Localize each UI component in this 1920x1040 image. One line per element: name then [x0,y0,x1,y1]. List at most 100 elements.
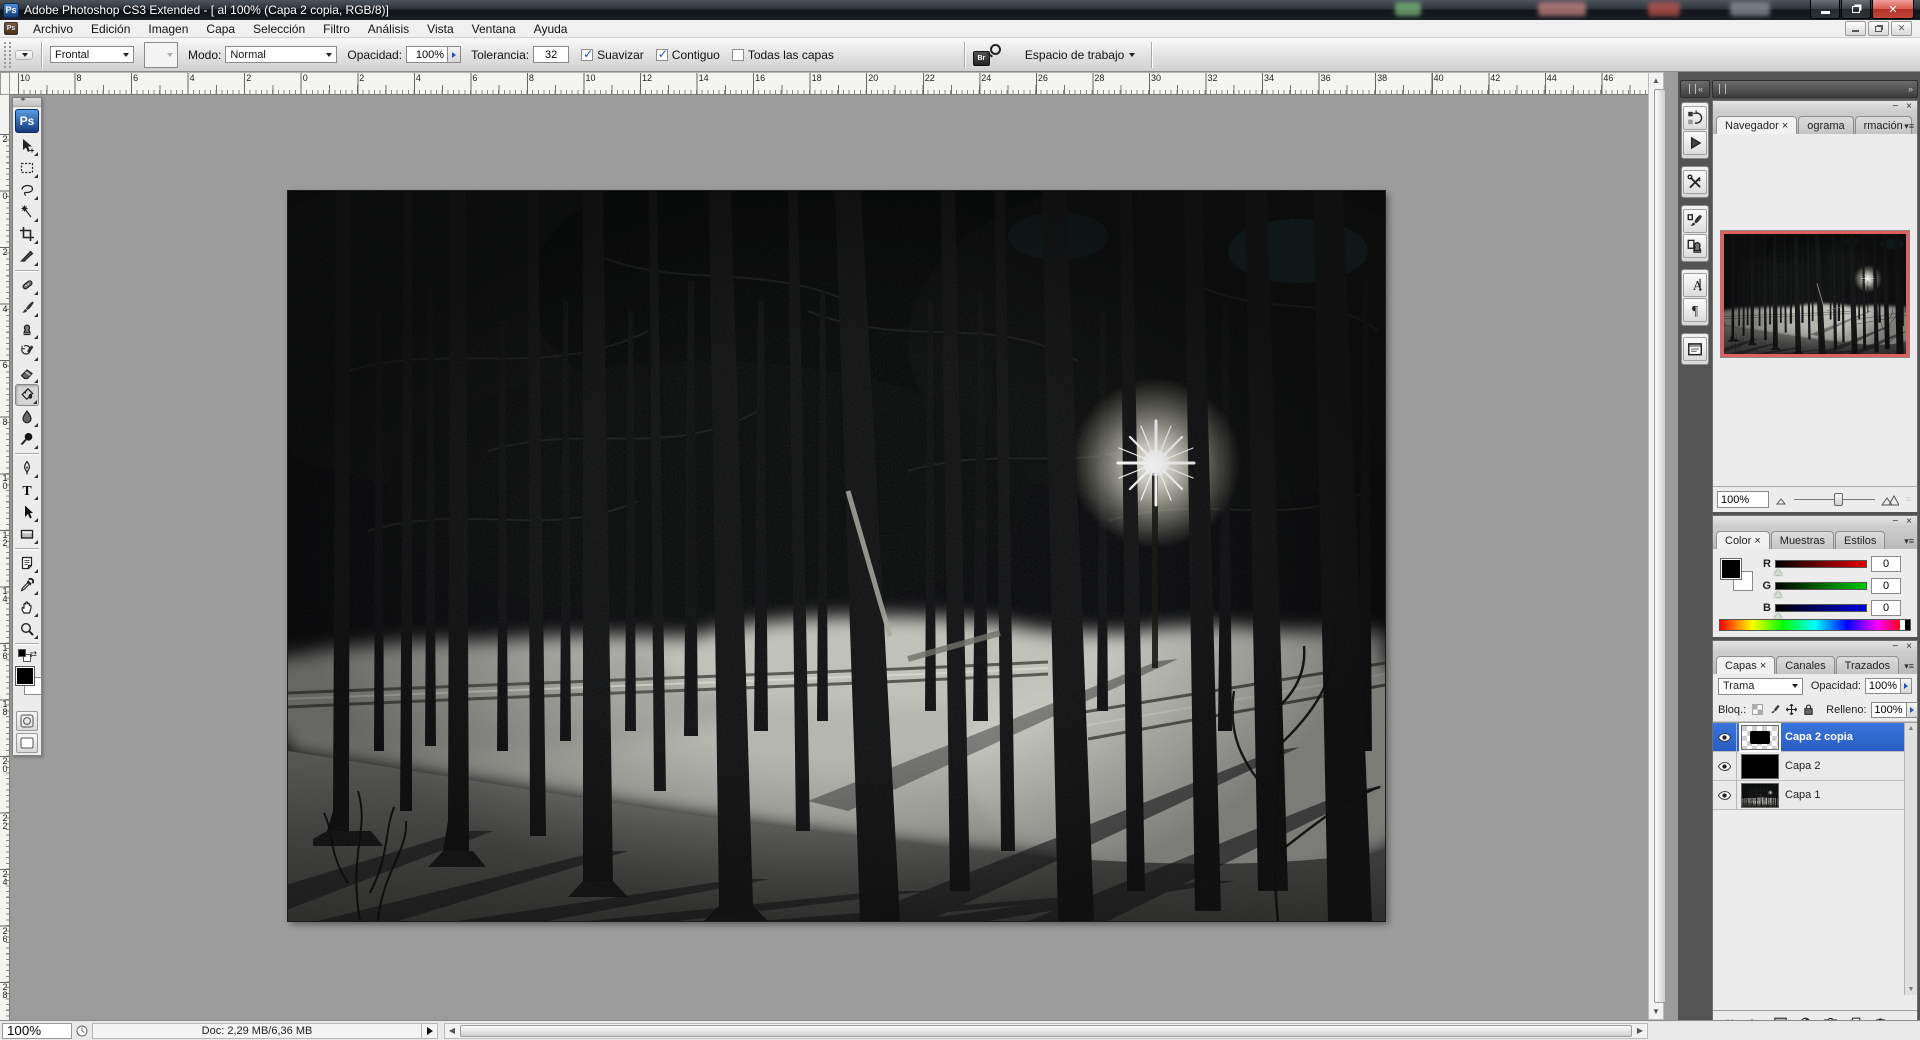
channel-value-input[interactable] [1871,578,1901,594]
layer-row[interactable]: Capa 1 [1713,781,1917,810]
document-icon[interactable]: Ps [4,22,18,35]
horizontal-scrollbar[interactable]: ◀ ▶ [444,1023,1648,1039]
mode-dropdown[interactable]: Normal [225,46,337,63]
window-minimize-button[interactable] [1810,0,1840,19]
history-brush-tool[interactable] [15,340,39,362]
clone-source-panel-icon[interactable] [1683,234,1707,258]
foreground-color-swatch[interactable] [1721,559,1741,579]
layers-scrollbar[interactable]: ▲▼ [1904,723,1917,995]
lasso-tool[interactable] [15,179,39,201]
channel-value-input[interactable] [1871,556,1901,572]
opacity-slider-button[interactable] [448,46,461,63]
layer-thumbnail[interactable] [1741,725,1779,750]
character-panel-icon[interactable]: A [1683,273,1707,297]
lock-position-icon[interactable] [1784,702,1799,717]
layer-visibility-toggle[interactable] [1713,723,1737,751]
toolbox-grip[interactable] [13,98,41,107]
scroll-up-arrow[interactable]: ▲ [1649,73,1663,88]
tool-presets-panel-icon[interactable] [1683,170,1707,194]
menu-analisis[interactable]: Análisis [359,21,418,37]
layer-comps-panel-icon[interactable] [1683,337,1707,361]
path-selection-tool[interactable] [15,501,39,523]
channel-value-input[interactable] [1871,600,1901,616]
vertical-scrollbar-thumb[interactable] [1654,89,1666,1003]
color-tab[interactable]: Muestras [1771,531,1834,549]
layers-tab[interactable]: Trazados [1836,656,1899,674]
notes-tool[interactable] [15,552,39,574]
menu-capa[interactable]: Capa [197,21,244,37]
lock-pixels-icon[interactable] [1767,702,1782,717]
options-grip[interactable] [4,42,11,68]
vertical-ruler[interactable]: 202468101214161820222426283032 [0,95,10,1020]
default-colors-control[interactable]: ⇄ [16,647,38,665]
panel-menu-icon[interactable]: ▾≡ [1904,121,1914,132]
actions-panel-icon[interactable] [1683,131,1707,155]
canvas-workspace[interactable] [10,95,1648,1020]
panel-menu-icon[interactable]: ▾≡ [1904,661,1914,672]
menu-ayuda[interactable]: Ayuda [525,21,577,37]
layer-visibility-toggle[interactable] [1713,781,1737,809]
zoom-tool[interactable] [15,618,39,640]
color-tab[interactable]: Color × [1716,531,1770,549]
layers-fill-slider-button[interactable] [1907,702,1918,718]
menu-ventana[interactable]: Ventana [463,21,525,37]
swap-colors-icon[interactable]: ⇄ [29,649,37,660]
dock-header-bar[interactable]: » [1712,80,1918,98]
navigator-tab[interactable]: ograma [1798,116,1853,134]
scroll-left-arrow[interactable]: ◀ [445,1026,459,1035]
marquee-tool[interactable] [15,157,39,179]
channel-slider[interactable] [1775,604,1867,612]
color-tab[interactable]: Estilos [1835,531,1885,549]
fill-source-dropdown[interactable]: Frontal [50,46,134,63]
layers-opacity-input[interactable] [1865,678,1901,694]
panel-minimize-icon[interactable]: − [1892,643,1898,651]
current-tool-button[interactable] [15,50,33,60]
document-minimize-button[interactable] [1845,21,1866,36]
menu-archivo[interactable]: Archivo [24,21,82,37]
workspace-button[interactable]: Espacio de trabajo [1017,45,1143,65]
brush-tool[interactable] [15,296,39,318]
zoom-out-icon[interactable] [1775,495,1788,505]
healing-brush-tool[interactable] [15,274,39,296]
menu-seleccion[interactable]: Selección [244,21,314,37]
screen-mode-button[interactable] [16,733,38,753]
window-restore-button[interactable] [1841,0,1871,19]
layer-thumbnail[interactable] [1741,754,1779,779]
dodge-tool[interactable] [15,428,39,450]
navigator-proxy-view[interactable] [1721,231,1909,357]
channel-slider[interactable] [1775,560,1867,568]
paragraph-panel-icon[interactable]: ¶ [1683,298,1707,322]
menu-edicion[interactable]: Edición [82,21,139,37]
document-close-button[interactable]: ✕ [1891,21,1912,36]
go-to-bridge-button[interactable]: Br [973,44,1003,66]
zoom-in-icon[interactable] [1881,494,1900,506]
scroll-right-arrow[interactable]: ▶ [1633,1026,1647,1035]
blur-tool[interactable] [15,406,39,428]
panel-menu-icon[interactable]: ▾≡ [1904,536,1914,547]
tolerance-input[interactable] [533,46,569,63]
brushes-panel-icon[interactable] [1683,209,1707,233]
horizontal-scrollbar-thumb[interactable] [460,1025,1632,1037]
menu-imagen[interactable]: Imagen [139,21,197,37]
eyedropper-tool[interactable] [15,574,39,596]
opacity-input[interactable] [406,46,448,63]
checkbox-contiguo[interactable]: Contiguo [656,48,720,62]
slice-tool[interactable] [15,245,39,267]
dock-collapse-bar[interactable]: « [1680,80,1710,98]
app-icon-ps[interactable]: Ps [3,3,19,18]
color-spectrum-bar[interactable] [1719,619,1911,631]
scroll-down-arrow[interactable]: ▼ [1649,1004,1663,1019]
type-tool[interactable]: T [15,479,39,501]
paint-bucket-tool[interactable] [15,384,39,406]
blend-mode-dropdown[interactable]: Trama [1718,678,1803,695]
menu-filtro[interactable]: Filtro [314,21,359,37]
layers-fill-input[interactable] [1871,702,1907,718]
status-options-button[interactable] [422,1023,438,1039]
panel-minimize-icon[interactable]: − [1892,103,1898,111]
navigator-zoom-field[interactable] [1717,491,1769,508]
layers-tab[interactable]: Canales [1776,656,1834,674]
document-canvas[interactable] [288,191,1385,921]
mini-foreground-swatch[interactable] [18,649,26,657]
navigator-zoom-slider[interactable] [1794,499,1874,500]
document-restore-button[interactable] [1868,21,1889,36]
